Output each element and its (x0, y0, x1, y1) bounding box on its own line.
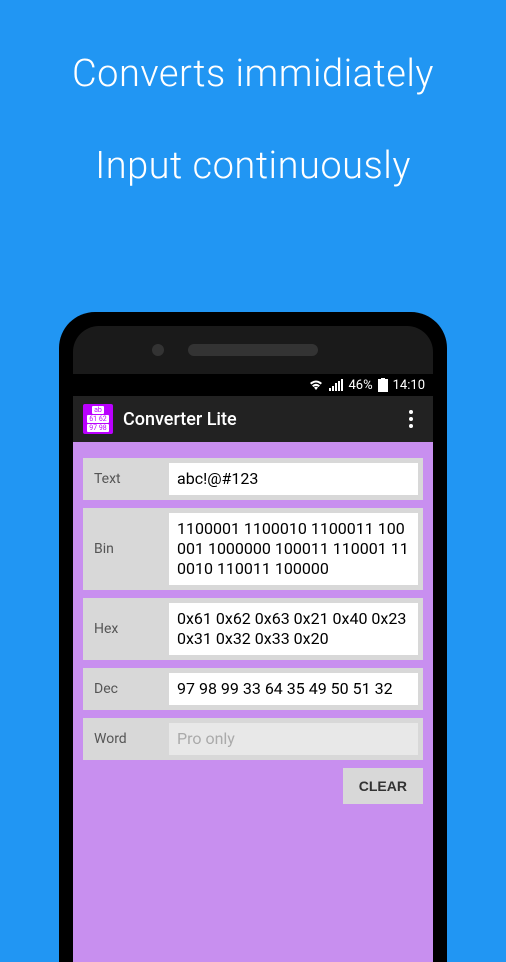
input-dec[interactable]: 97 98 99 33 64 35 49 50 51 32 (169, 673, 418, 705)
label-bin: Bin (88, 513, 164, 585)
status-bar: 46% 14:10 (73, 374, 433, 396)
label-hex: Hex (88, 603, 164, 655)
clear-button[interactable]: CLEAR (343, 768, 423, 804)
input-text[interactable]: abc!@#123 (169, 463, 418, 495)
input-hex[interactable]: 0x61 0x62 0x63 0x21 0x40 0x23 0x31 0x32 … (169, 603, 418, 655)
phone-frame: 46% 14:10 ab 61 62 97 98 Converter Lite … (59, 312, 447, 962)
clock: 14:10 (393, 378, 425, 393)
row-text: Text abc!@#123 (83, 458, 423, 500)
label-text: Text (88, 463, 164, 495)
app-icon: ab 61 62 97 98 (83, 404, 113, 434)
signal-icon (329, 379, 343, 391)
converter-content: Text abc!@#123 Bin 1100001 1100010 11000… (73, 442, 433, 962)
battery-percentage: 46% (348, 378, 372, 393)
label-dec: Dec (88, 673, 164, 705)
row-word: Word Pro only (83, 718, 423, 760)
overflow-menu-icon[interactable] (399, 410, 423, 428)
input-word: Pro only (169, 723, 418, 755)
input-bin[interactable]: 1100001 1100010 1100011 100001 1000000 1… (169, 513, 418, 585)
promo-headline-2: Input continuously (0, 144, 506, 188)
phone-speaker (188, 344, 318, 356)
wifi-icon (308, 379, 324, 391)
battery-icon (378, 378, 388, 392)
row-bin: Bin 1100001 1100010 1100011 100001 10000… (83, 508, 423, 590)
app-title: Converter Lite (123, 409, 389, 430)
row-dec: Dec 97 98 99 33 64 35 49 50 51 32 (83, 668, 423, 710)
row-hex: Hex 0x61 0x62 0x63 0x21 0x40 0x23 0x31 0… (83, 598, 423, 660)
app-bar: ab 61 62 97 98 Converter Lite (73, 396, 433, 442)
label-word: Word (88, 723, 164, 755)
promo-headline-1: Converts immidiately (0, 52, 506, 96)
